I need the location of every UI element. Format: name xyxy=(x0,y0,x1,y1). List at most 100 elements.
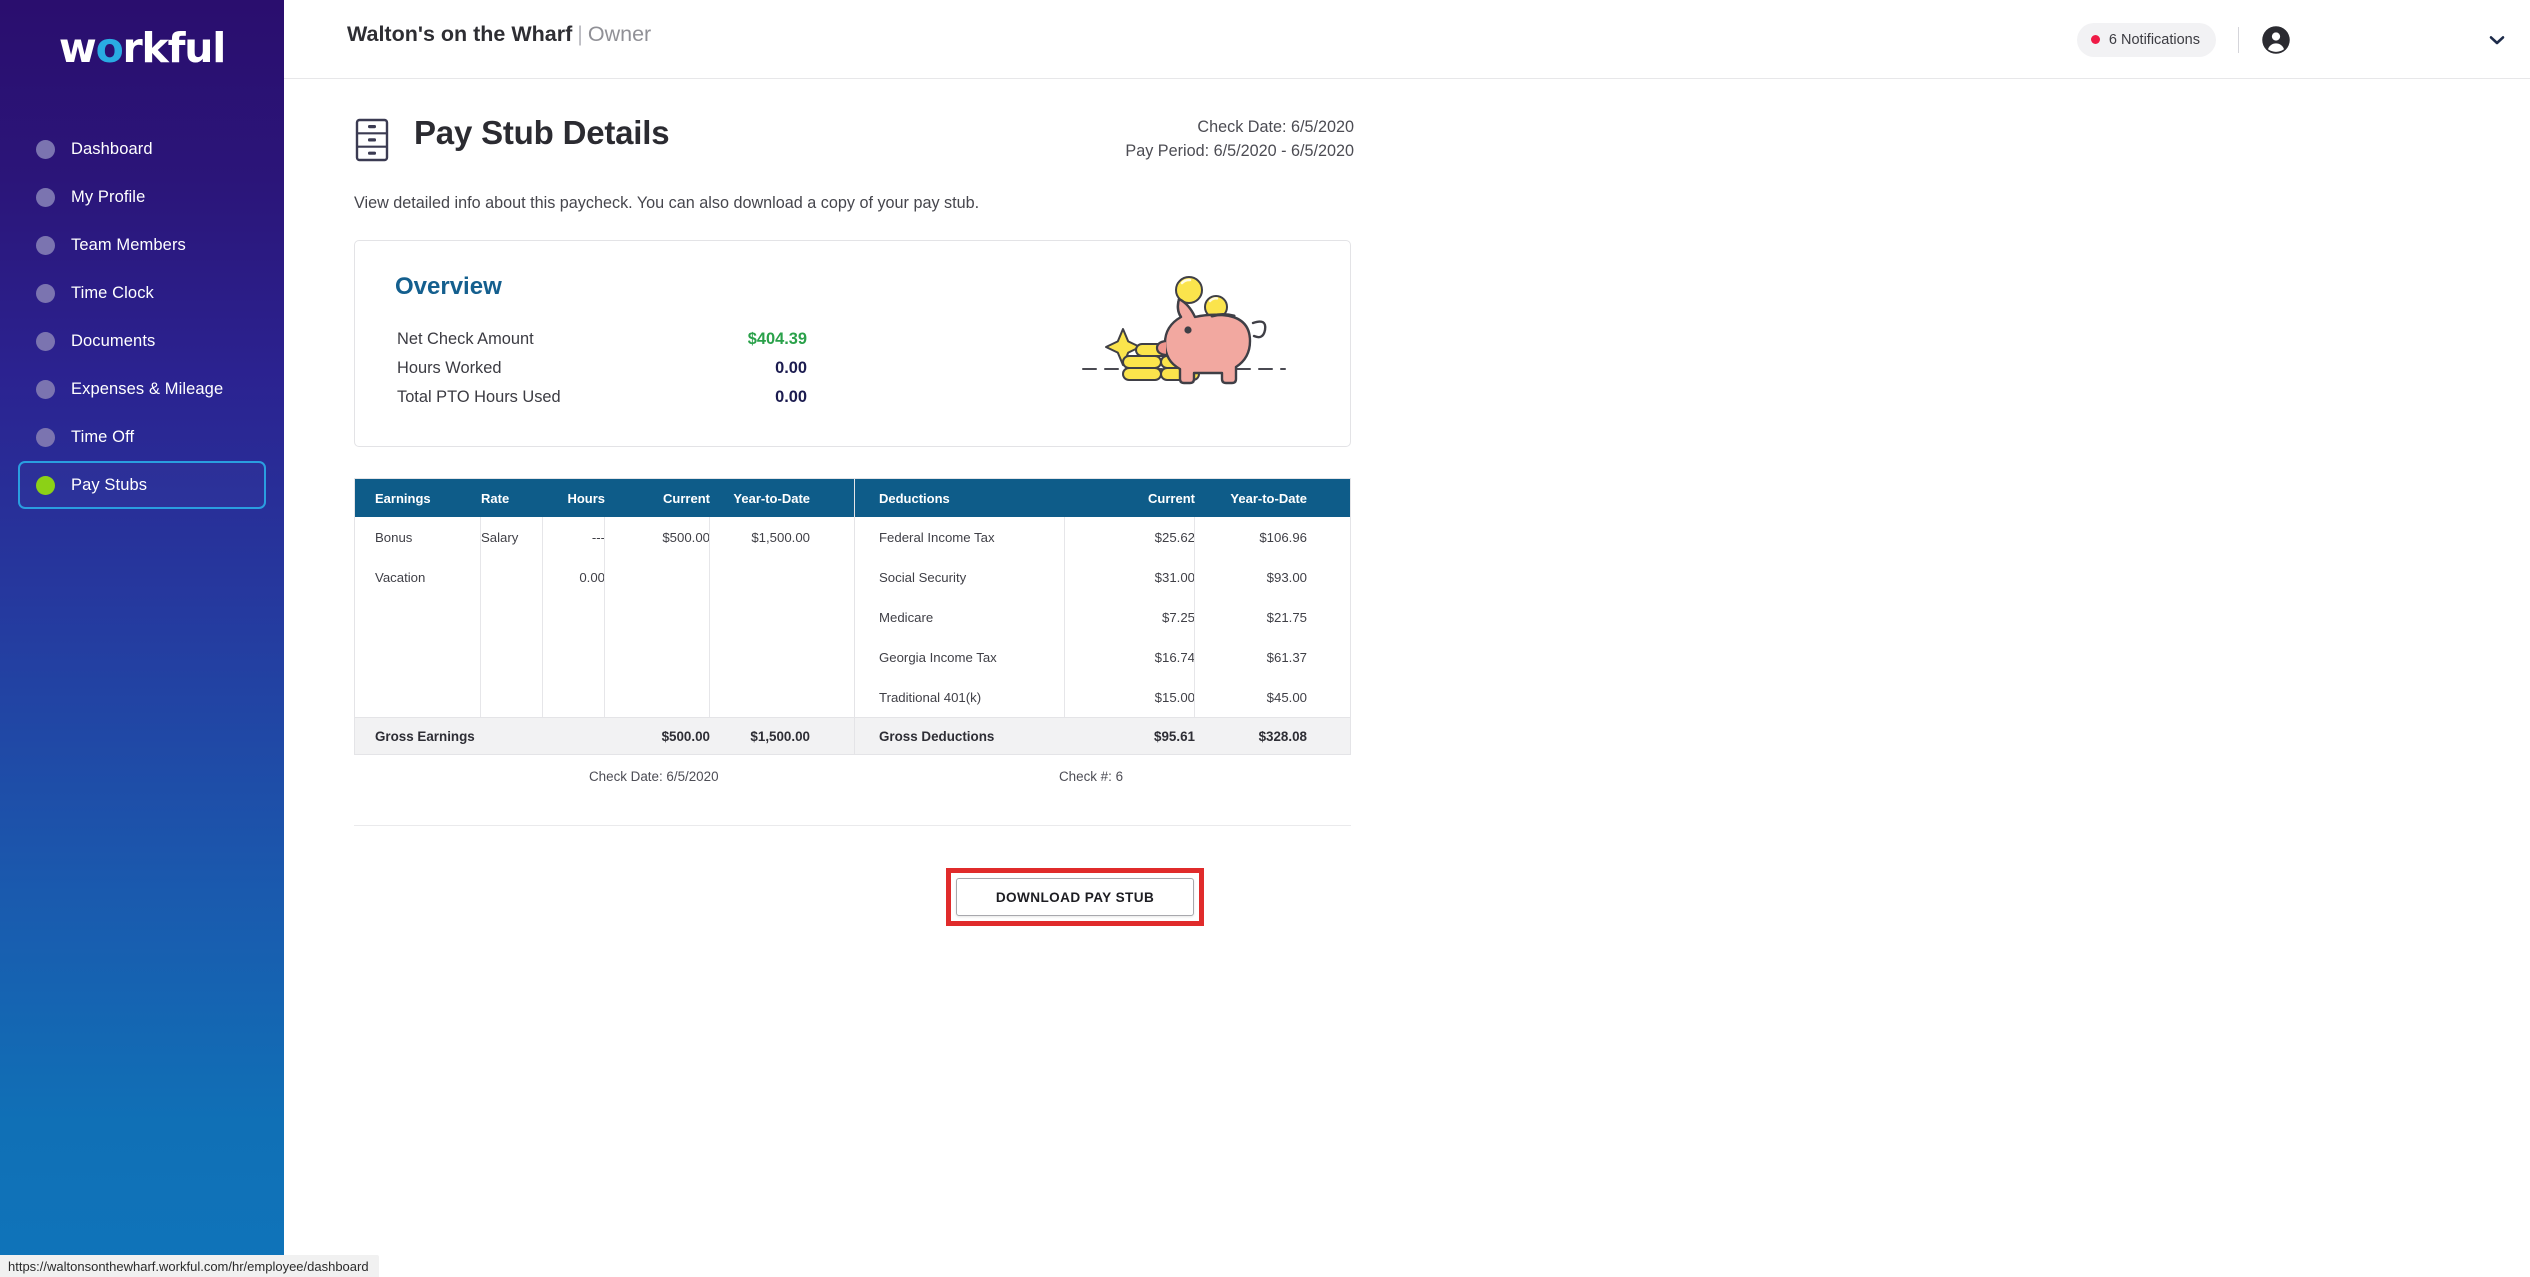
table-row: Federal Income Tax $25.62 $106.96 xyxy=(855,517,1350,557)
bullet-icon xyxy=(36,379,55,399)
table-row: Georgia Income Tax $16.74 $61.37 xyxy=(855,637,1350,677)
pay-tables: Earnings Rate Hours Current Year-to-Date… xyxy=(354,478,1351,755)
cell-total-ytd: $1,500.00 xyxy=(750,728,810,744)
notifications-button[interactable]: 6 Notifications xyxy=(2076,22,2216,57)
cell-current: $15.00 xyxy=(1154,689,1195,705)
sidebar-item-team-members[interactable]: Team Members xyxy=(18,221,266,269)
overview-row-value: $404.39 xyxy=(747,330,807,348)
column-header-earnings: Earnings xyxy=(375,490,431,506)
check-date-label: Check Date: 6/5/2020 xyxy=(1197,118,1354,136)
sidebar-item-my-profile[interactable]: My Profile xyxy=(18,173,266,221)
sidebar-item-documents[interactable]: Documents xyxy=(18,317,266,365)
bullet-icon xyxy=(36,475,55,495)
sidebar-item-pay-stubs[interactable]: Pay Stubs xyxy=(18,461,266,509)
deductions-table: Deductions Current Year-to-Date Federal … xyxy=(855,478,1351,755)
sidebar-item-time-clock[interactable]: Time Clock xyxy=(18,269,266,317)
sidebar-item-expenses-mileage[interactable]: Expenses & Mileage xyxy=(18,365,266,413)
overview-row: Net Check Amount $404.39 xyxy=(397,325,807,354)
app-root: workful Dashboard My Profile Team Member… xyxy=(0,0,2530,1277)
column-header-ytd: Year-to-Date xyxy=(1230,490,1307,506)
earnings-total-row: Gross Earnings $500.00 $1,500.00 xyxy=(355,717,854,754)
chevron-down-icon[interactable] xyxy=(2486,29,2508,51)
cell-current: $500.00 xyxy=(662,529,710,545)
sidebar-item-dashboard[interactable]: Dashboard xyxy=(18,125,266,173)
bullet-icon xyxy=(36,283,55,303)
column-header-deductions: Deductions xyxy=(879,490,950,506)
cell-deduction-name: Medicare xyxy=(879,609,934,625)
page-subtitle: View detailed info about this paycheck. … xyxy=(354,194,980,212)
page-container: Pay Stub Details Check Date: 6/5/2020 Pa… xyxy=(354,114,1354,946)
header-divider xyxy=(2238,26,2239,53)
cell-current: $16.74 xyxy=(1154,649,1195,665)
pay-period-label: Pay Period: 6/5/2020 - 6/5/2020 xyxy=(1125,141,1354,160)
sidebar-nav-list: Dashboard My Profile Team Members Time C… xyxy=(0,125,284,509)
sidebar-item-label: Time Off xyxy=(71,427,135,446)
column-divider xyxy=(709,517,710,717)
main-content: Pay Stub Details Check Date: 6/5/2020 Pa… xyxy=(284,79,2530,1277)
page-title: Pay Stub Details xyxy=(414,114,670,151)
logo-accent-letter: o xyxy=(95,24,124,72)
earnings-table-body: Bonus Salary --- $500.00 $1,500.00 Vacat… xyxy=(355,517,854,717)
bullet-icon xyxy=(36,235,55,255)
column-divider xyxy=(1194,517,1195,717)
cell-earning-name: Bonus xyxy=(375,529,413,545)
column-header-rate: Rate xyxy=(481,490,510,506)
column-divider xyxy=(480,517,481,717)
column-divider xyxy=(1064,517,1065,717)
overview-row-value: 0.00 xyxy=(775,359,807,377)
cell-deduction-name: Social Security xyxy=(879,569,967,585)
piggy-bank-illustration xyxy=(1082,276,1286,385)
cell-deduction-name: Federal Income Tax xyxy=(879,529,995,545)
overview-title: Overview xyxy=(395,273,502,300)
cell-total-ytd: $328.08 xyxy=(1258,728,1307,744)
check-footer: Check Date: 6/5/2020 Check #: 6 xyxy=(354,755,1351,799)
notification-dot-icon xyxy=(2090,35,2100,44)
overview-rows: Net Check Amount $404.39 Hours Worked 0.… xyxy=(397,325,807,412)
cell-ytd: $45.00 xyxy=(1266,689,1307,705)
breadcrumb-separator: | xyxy=(577,22,583,46)
earnings-table: Earnings Rate Hours Current Year-to-Date… xyxy=(354,478,855,755)
company-name: Walton's on the Wharf xyxy=(347,22,573,46)
browser-status-bar: https://waltonsonthewharf.workful.com/hr… xyxy=(0,1255,379,1277)
column-header-ytd: Year-to-Date xyxy=(733,490,810,506)
overview-row-label: Net Check Amount xyxy=(397,330,534,348)
overview-card: Overview Net Check Amount $404.39 Hours … xyxy=(354,240,1351,447)
column-divider xyxy=(542,517,543,717)
user-role: Owner xyxy=(587,22,652,46)
sidebar-item-label: Documents xyxy=(71,331,156,350)
overview-row: Total PTO Hours Used 0.00 xyxy=(397,383,807,412)
deductions-table-body: Federal Income Tax $25.62 $106.96 Social… xyxy=(855,517,1350,717)
account-circle-icon[interactable] xyxy=(2261,25,2291,55)
table-row: Traditional 401(k) $15.00 $45.00 xyxy=(855,677,1350,717)
cell-earning-name: Vacation xyxy=(375,569,426,585)
table-row: Social Security $31.00 $93.00 xyxy=(855,557,1350,597)
cell-total-current: $500.00 xyxy=(661,728,710,744)
cell-ytd: $1,500.00 xyxy=(751,529,810,545)
company-breadcrumb: Walton's on the Wharf | Owner xyxy=(347,22,651,47)
cell-total-label: Gross Deductions xyxy=(879,728,995,744)
bullet-icon xyxy=(36,187,55,207)
footer-check-number: Check #: 6 xyxy=(1059,769,1124,784)
notifications-label: 6 Notifications xyxy=(2108,31,2200,48)
top-header: Walton's on the Wharf | Owner 6 Notificati… xyxy=(284,0,2530,79)
overview-row: Hours Worked 0.00 xyxy=(397,354,807,383)
bullet-icon xyxy=(36,139,55,159)
cell-hours: --- xyxy=(591,529,605,545)
overview-row-label: Hours Worked xyxy=(397,359,502,377)
deductions-total-row: Gross Deductions $95.61 $328.08 xyxy=(855,717,1350,754)
workful-logo[interactable]: workful xyxy=(0,24,284,72)
sidebar-item-time-off[interactable]: Time Off xyxy=(18,413,266,461)
column-header-current: Current xyxy=(663,490,710,506)
sidebar: workful Dashboard My Profile Team Member… xyxy=(0,0,284,1277)
page-header: Pay Stub Details Check Date: 6/5/2020 Pa… xyxy=(354,114,1354,188)
cell-ytd: $61.37 xyxy=(1266,649,1307,665)
cell-ytd: $21.75 xyxy=(1266,609,1307,625)
logo-rest: rkful xyxy=(122,24,227,72)
bullet-icon xyxy=(36,427,55,447)
column-header-hours: Hours xyxy=(567,490,605,506)
sidebar-item-label: Pay Stubs xyxy=(71,475,148,494)
check-meta: Check Date: 6/5/2020 Pay Period: 6/5/202… xyxy=(1125,116,1354,164)
download-pay-stub-button[interactable]: DOWNLOAD PAY STUB xyxy=(956,878,1194,916)
cell-current: $7.25 xyxy=(1161,609,1195,625)
cell-current: $31.00 xyxy=(1154,569,1195,585)
